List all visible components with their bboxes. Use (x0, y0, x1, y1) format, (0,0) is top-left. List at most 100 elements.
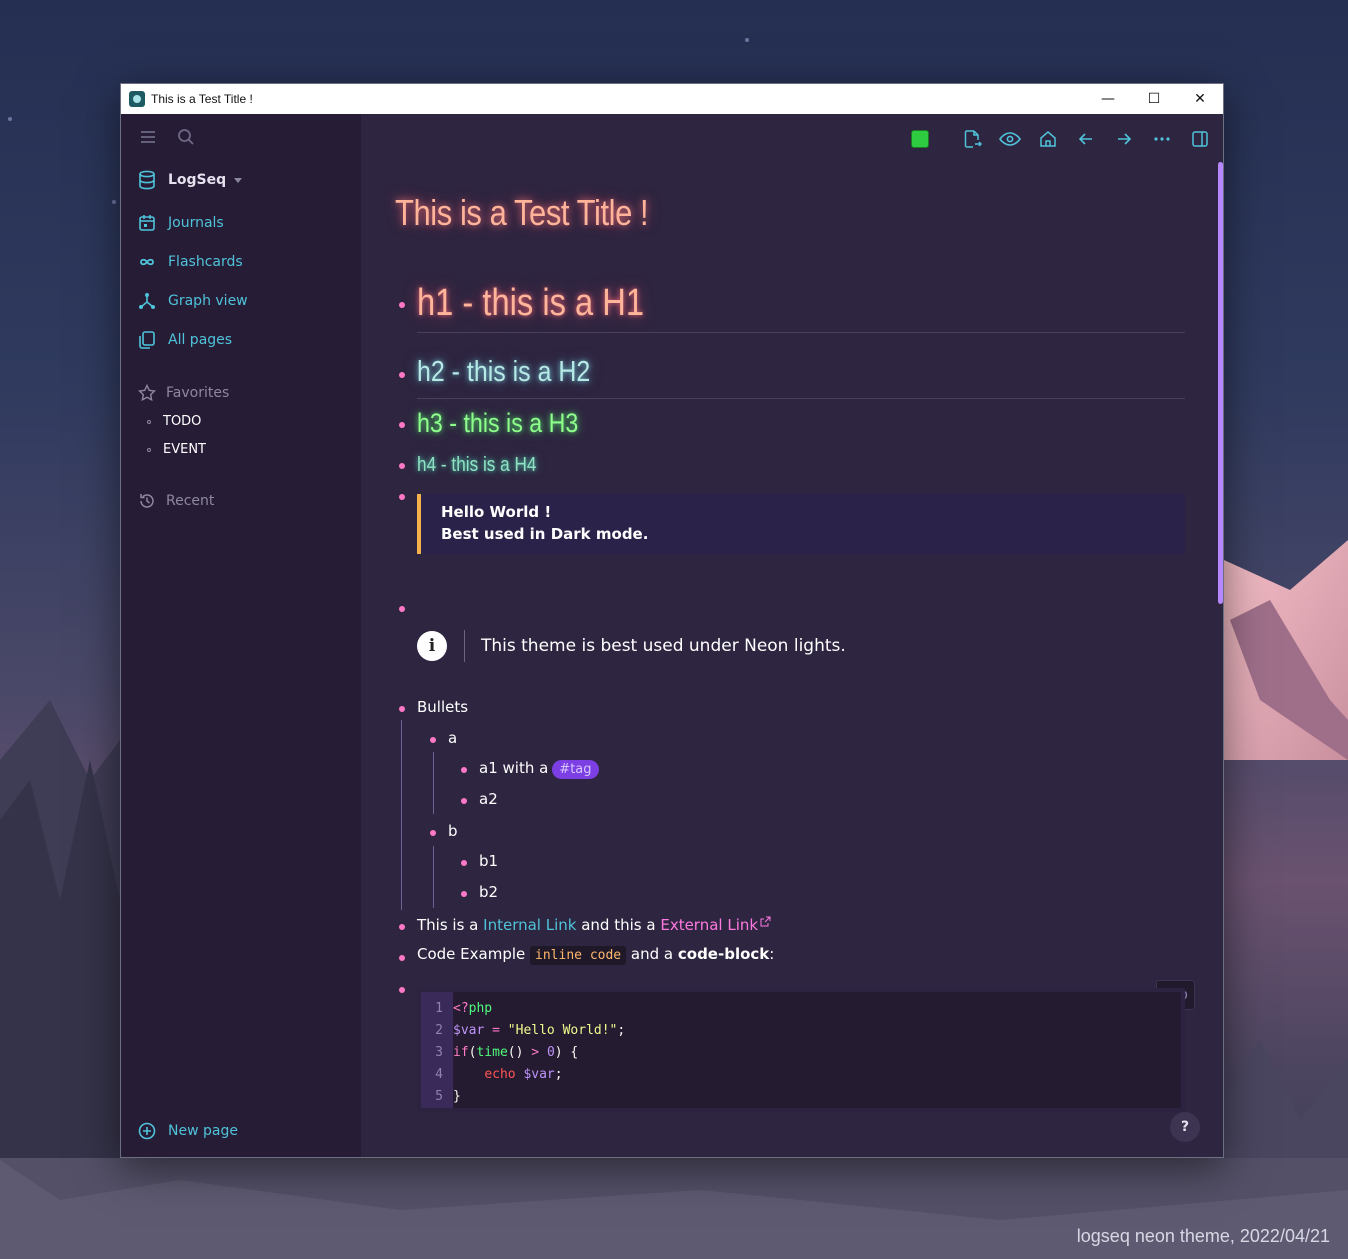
logseq-app-icon (129, 91, 145, 107)
code-line: 4 echo $var; (421, 1064, 625, 1086)
block-bullet[interactable] (399, 706, 405, 712)
new-page-button[interactable]: New page (138, 1122, 238, 1140)
wallpaper-caption: logseq neon theme, 2022/04/21 (1076, 1226, 1330, 1246)
menu-icon[interactable] (139, 129, 157, 145)
bullet-text-with-tag[interactable]: a1 with a #tag (479, 759, 599, 779)
block-bullet[interactable] (399, 463, 405, 469)
page-title[interactable]: This is a Test Title ! (395, 192, 649, 234)
bullet-text[interactable]: b2 (479, 883, 498, 901)
scrollbar-thumb[interactable] (1218, 162, 1223, 604)
info-callout[interactable]: i This theme is best used under Neon lig… (417, 630, 846, 662)
window-title: This is a Test Title ! (151, 92, 253, 106)
code-text: $var = "Hello World!"; (453, 1023, 626, 1038)
star (745, 38, 749, 42)
maximize-button[interactable]: ☐ (1131, 84, 1177, 114)
callout-text: This theme is best used under Neon light… (481, 636, 846, 656)
block-bullet[interactable] (399, 302, 405, 308)
help-button[interactable]: ? (1170, 1112, 1200, 1142)
external-link[interactable]: External Link (660, 916, 758, 934)
code-example-block[interactable]: Code Example inline code and a code-bloc… (417, 945, 774, 965)
minimize-button[interactable]: — (1085, 84, 1131, 114)
main-content: This is a Test Title ! h1 - this is a H1… (361, 114, 1223, 1157)
line-number: 2 (435, 1023, 443, 1038)
favorites-header[interactable]: Favorites (138, 384, 229, 402)
favorite-label: EVENT (163, 442, 206, 457)
block-bullet[interactable] (399, 372, 405, 378)
block-bullet[interactable] (399, 606, 405, 612)
toggle-right-sidebar-button[interactable] (1189, 128, 1211, 150)
bullet-text[interactable]: a2 (479, 790, 498, 808)
sidebar-item-all-pages[interactable]: All pages (138, 331, 232, 349)
code-example-middle: and a (630, 945, 674, 963)
line-number: 4 (435, 1067, 443, 1082)
sidebar-item-label: All pages (168, 332, 233, 348)
export-page-button[interactable] (961, 128, 983, 150)
favorite-item-event[interactable]: EVENT (147, 442, 206, 457)
block-bullet[interactable] (430, 737, 436, 743)
block-bullet[interactable] (399, 422, 405, 428)
block-bullet[interactable] (399, 924, 405, 930)
heading-divider (417, 398, 1185, 399)
block-bullet[interactable] (461, 860, 467, 866)
tag-pill[interactable]: #tag (552, 760, 599, 779)
home-button[interactable] (1037, 128, 1059, 150)
back-button[interactable] (1075, 128, 1097, 150)
star (8, 117, 12, 121)
quote-line: Hello World ! (441, 503, 552, 521)
scrollbar[interactable] (1218, 162, 1223, 1152)
forward-button[interactable] (1113, 128, 1135, 150)
indent-guide (433, 846, 434, 908)
heading-h3[interactable]: h3 - this is a H3 (417, 408, 578, 439)
theme-color-button[interactable] (909, 128, 931, 150)
more-button[interactable] (1151, 128, 1173, 150)
bullets-label[interactable]: Bullets (417, 698, 468, 716)
recent-header[interactable]: Recent (138, 492, 214, 510)
heading-h1[interactable]: h1 - this is a H1 (417, 282, 644, 325)
block-bullet[interactable] (461, 891, 467, 897)
sidebar-item-graph-view[interactable]: Graph view (138, 292, 248, 310)
code-line: 3 if(time() > 0) { (421, 1042, 625, 1064)
heading-h2[interactable]: h2 - this is a H2 (417, 356, 590, 389)
header-toolbar (909, 128, 1211, 150)
search-icon[interactable] (177, 128, 195, 146)
block-bullet[interactable] (399, 987, 405, 993)
favorite-item-todo[interactable]: TODO (147, 414, 201, 429)
page-export-icon (964, 130, 982, 148)
code-text: echo $var; (484, 1067, 563, 1082)
window-titlebar[interactable]: This is a Test Title ! — ☐ ✕ (121, 84, 1223, 114)
sidebar-item-journals[interactable]: Journals (138, 214, 224, 232)
code-line: 1 <?php (421, 998, 625, 1020)
block-bullet[interactable] (430, 830, 436, 836)
block-bullet[interactable] (461, 767, 467, 773)
block-bullet[interactable] (461, 798, 467, 804)
recent-label: Recent (166, 493, 215, 509)
sidebar-item-flashcards[interactable]: Flashcards (138, 253, 243, 271)
code-example-prefix: Code Example (417, 945, 526, 963)
internal-link[interactable]: Internal Link (483, 916, 576, 934)
bullet-text[interactable]: a (448, 729, 457, 747)
block-bullet[interactable] (399, 955, 405, 961)
line-number: 5 (435, 1089, 443, 1104)
graph-selector[interactable]: LogSeq (138, 170, 243, 190)
close-button[interactable]: ✕ (1177, 84, 1223, 114)
app-window: This is a Test Title ! — ☐ ✕ LogSeq Jour… (120, 83, 1224, 1158)
block-bullet[interactable] (399, 494, 405, 500)
toggle-view-button[interactable] (999, 128, 1021, 150)
code-text: <?php (453, 1001, 493, 1016)
heading-h4[interactable]: h4 - this is a H4 (417, 454, 536, 477)
pages-icon (139, 331, 155, 349)
sidebar-item-label: Graph view (168, 293, 248, 309)
bullet-text[interactable]: b (448, 822, 458, 840)
infinity-icon (140, 258, 154, 266)
code-example-suffix: : (769, 945, 775, 963)
blockquote[interactable]: Hello World ! Best used in Dark mode. (417, 494, 1185, 554)
indent-guide (433, 752, 434, 814)
code-block[interactable]: 1 <?php 2 $var = "Hello World!"; 3 if(time(… (417, 988, 1185, 1112)
bullet-icon (147, 447, 151, 452)
more-icon (1154, 137, 1170, 141)
callout-divider (464, 630, 465, 662)
bullet-text[interactable]: b1 (479, 852, 498, 870)
indent-guide (401, 720, 402, 910)
external-link-icon (760, 916, 771, 927)
links-block[interactable]: This is a Internal Link and this a Exter… (417, 916, 771, 934)
